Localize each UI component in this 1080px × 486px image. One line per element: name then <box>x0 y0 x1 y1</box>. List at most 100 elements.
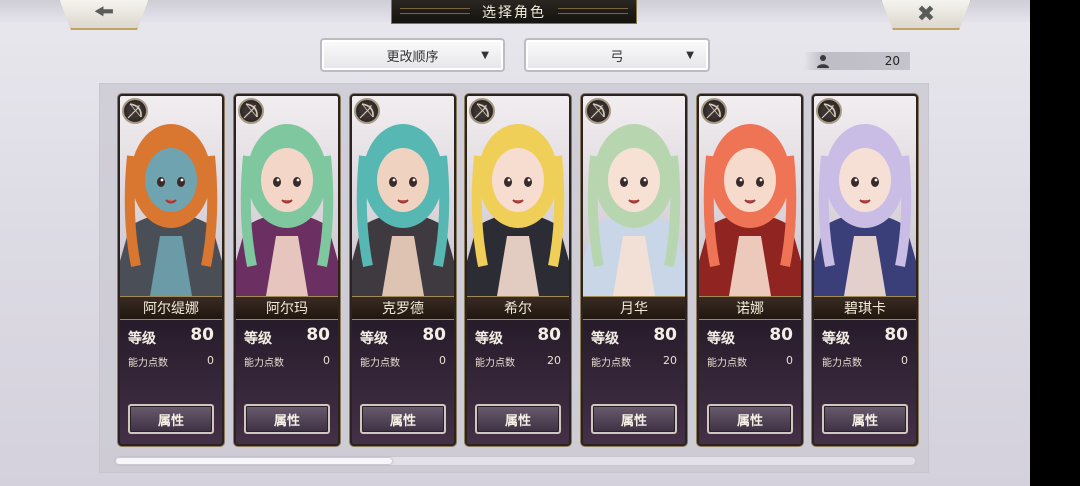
close-x-icon: ✖ <box>916 1 936 27</box>
ability-points-value: 0 <box>901 354 908 367</box>
bow-weapon-icon <box>816 98 842 124</box>
ability-points-value: 0 <box>439 354 446 367</box>
horizontal-scrollbar[interactable] <box>114 456 916 466</box>
character-card-1[interactable]: 阿尔缇娜 等级 80 能力点数 0 属性 <box>118 94 224 446</box>
bow-weapon-icon <box>469 98 495 124</box>
character-name-bar: 诺娜 <box>699 296 801 320</box>
character-count-value: 20 <box>884 54 900 68</box>
page-title: 选择角色 <box>482 4 546 21</box>
character-name-bar: 碧琪卡 <box>814 296 916 320</box>
ability-points-value: 0 <box>207 354 214 367</box>
attributes-button-label: 属性 <box>620 413 647 429</box>
character-name-bar: 阿尔缇娜 <box>120 296 222 320</box>
ability-points-label: 能力点数 <box>360 358 400 369</box>
character-card-2[interactable]: 阿尔玛 等级 80 能力点数 0 属性 <box>234 94 340 446</box>
attributes-button-label: 属性 <box>157 413 184 429</box>
ability-points-label: 能力点数 <box>128 358 168 369</box>
character-name-bar: 希尔 <box>467 296 569 320</box>
character-name: 诺娜 <box>736 301 764 317</box>
portrait-illustration <box>352 96 454 296</box>
back-arrow-icon: 🠘 <box>94 0 114 25</box>
character-card-4[interactable]: 希尔 等级 80 能力点数 20 属性 <box>465 94 571 446</box>
attributes-button[interactable]: 属性 <box>475 404 561 434</box>
level-label: 等级 <box>128 331 156 347</box>
character-stats: 等级 80 能力点数 0 属性 <box>352 320 454 444</box>
character-stats: 等级 80 能力点数 20 属性 <box>583 320 685 444</box>
character-name: 阿尔缇娜 <box>143 301 199 317</box>
level-label: 等级 <box>244 331 272 347</box>
character-portrait <box>814 96 916 296</box>
level-value: 80 <box>306 325 330 345</box>
attributes-button[interactable]: 属性 <box>591 404 677 434</box>
ability-points-value: 20 <box>663 354 677 367</box>
attributes-button-label: 属性 <box>851 413 878 429</box>
character-name: 月华 <box>620 301 648 317</box>
bow-weapon-icon <box>122 98 148 124</box>
attributes-button-label: 属性 <box>736 413 763 429</box>
level-value: 80 <box>769 325 793 345</box>
ability-points-value: 0 <box>786 354 793 367</box>
level-label: 等级 <box>360 331 388 347</box>
user-icon <box>817 55 829 68</box>
back-button[interactable]: 🠘 <box>58 0 150 30</box>
portrait-illustration <box>236 96 338 296</box>
chevron-down-icon: ▼ <box>481 50 489 61</box>
level-label: 等级 <box>822 331 850 347</box>
ability-points-label: 能力点数 <box>591 358 631 369</box>
character-count: 20 <box>804 52 910 70</box>
bow-weapon-icon <box>585 98 611 124</box>
character-name-bar: 月华 <box>583 296 685 320</box>
portrait-illustration <box>699 96 801 296</box>
character-stats: 等级 80 能力点数 0 属性 <box>814 320 916 444</box>
title-ornament-left <box>400 8 470 14</box>
level-value: 80 <box>422 325 446 345</box>
ability-points-label: 能力点数 <box>822 358 862 369</box>
title-ornament-right <box>558 8 628 14</box>
ability-points-value: 0 <box>323 354 330 367</box>
character-portrait <box>699 96 801 296</box>
portrait-illustration <box>467 96 569 296</box>
level-value: 80 <box>884 325 908 345</box>
screen: 🠘 选择角色 ✖ 更改顺序 ▼ 弓 ▼ 20 阿尔缇娜 等级 80 能力点数 0… <box>0 0 1030 486</box>
chevron-down-icon: ▼ <box>686 50 694 61</box>
level-label: 等级 <box>475 331 503 347</box>
sort-order-label: 更改顺序 <box>386 49 439 65</box>
character-card-5[interactable]: 月华 等级 80 能力点数 20 属性 <box>581 94 687 446</box>
character-stats: 等级 80 能力点数 0 属性 <box>699 320 801 444</box>
page-title-bar: 选择角色 <box>391 0 637 24</box>
scrollbar-thumb[interactable] <box>116 458 392 464</box>
level-value: 80 <box>653 325 677 345</box>
sort-order-dropdown[interactable]: 更改顺序 ▼ <box>320 38 505 72</box>
character-name: 阿尔玛 <box>266 301 308 317</box>
character-portrait <box>352 96 454 296</box>
character-name: 希尔 <box>504 301 532 317</box>
character-portrait <box>467 96 569 296</box>
character-stats: 等级 80 能力点数 0 属性 <box>120 320 222 444</box>
character-stats: 等级 80 能力点数 0 属性 <box>236 320 338 444</box>
weapon-filter-dropdown[interactable]: 弓 ▼ <box>524 38 710 72</box>
weapon-filter-label: 弓 <box>610 49 624 65</box>
character-card-6[interactable]: 诺娜 等级 80 能力点数 0 属性 <box>697 94 803 446</box>
bow-weapon-icon <box>701 98 727 124</box>
attributes-button[interactable]: 属性 <box>822 404 908 434</box>
attributes-button[interactable]: 属性 <box>360 404 446 434</box>
ability-points-label: 能力点数 <box>707 358 747 369</box>
attributes-button[interactable]: 属性 <box>707 404 793 434</box>
portrait-illustration <box>583 96 685 296</box>
character-name-bar: 克罗德 <box>352 296 454 320</box>
attributes-button[interactable]: 属性 <box>128 404 214 434</box>
ability-points-label: 能力点数 <box>244 358 284 369</box>
character-portrait <box>583 96 685 296</box>
level-label: 等级 <box>707 331 735 347</box>
close-button[interactable]: ✖ <box>880 0 972 30</box>
bow-weapon-icon <box>354 98 380 124</box>
level-label: 等级 <box>591 331 619 347</box>
character-portrait <box>120 96 222 296</box>
character-name-bar: 阿尔玛 <box>236 296 338 320</box>
character-card-7[interactable]: 碧琪卡 等级 80 能力点数 0 属性 <box>812 94 918 446</box>
level-value: 80 <box>190 325 214 345</box>
portrait-illustration <box>814 96 916 296</box>
character-portrait <box>236 96 338 296</box>
attributes-button[interactable]: 属性 <box>244 404 330 434</box>
character-card-3[interactable]: 克罗德 等级 80 能力点数 0 属性 <box>350 94 456 446</box>
